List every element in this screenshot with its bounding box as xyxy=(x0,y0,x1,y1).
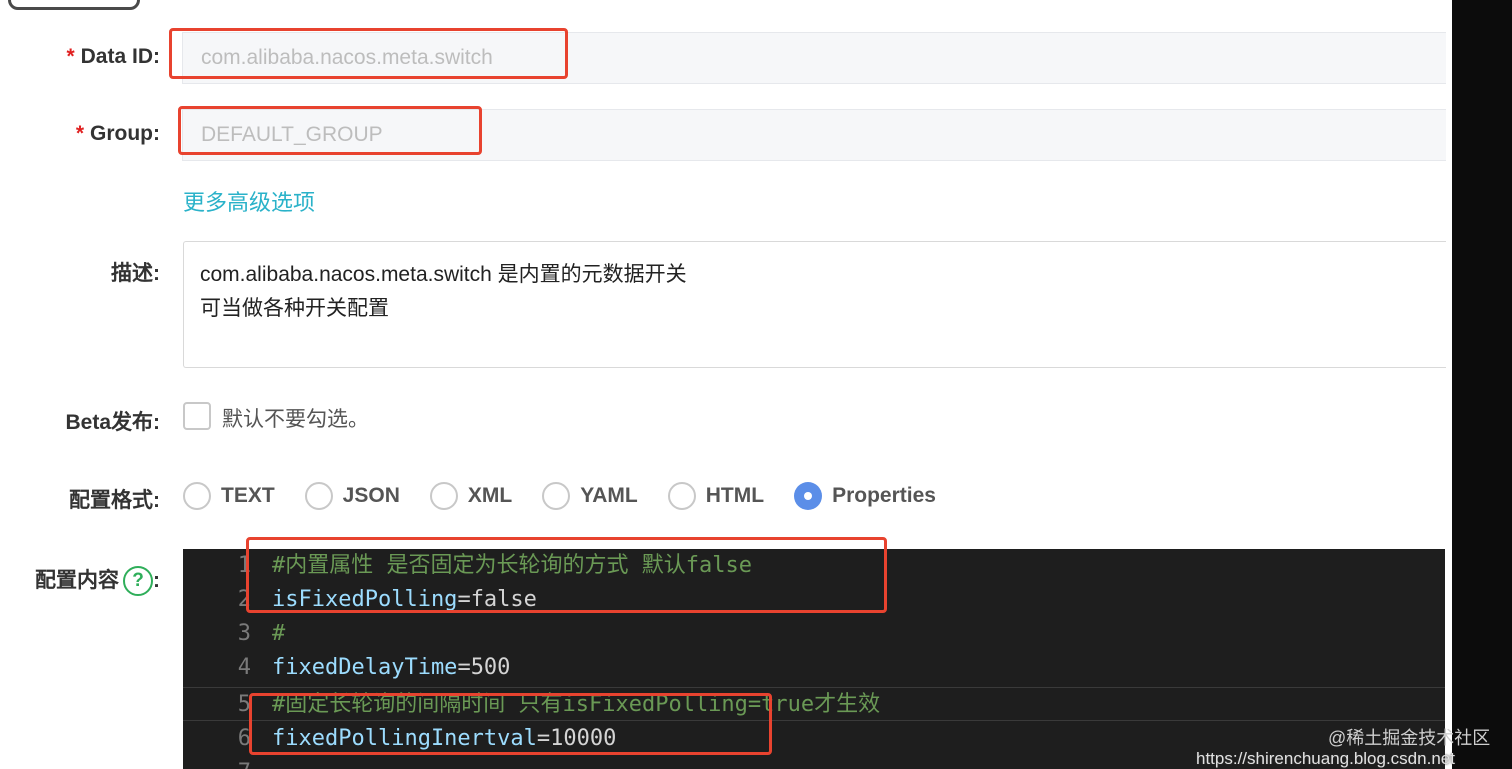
format-label: 配置格式: xyxy=(69,489,160,512)
code-key: fixedPollingInertval xyxy=(272,726,537,751)
code-key: fixedDelayTime xyxy=(272,655,458,680)
code-line: 1 #内置属性 是否固定为长轮询的方式 默认false xyxy=(183,549,1445,583)
content-label-colon: : xyxy=(153,569,160,592)
content-label-text: 配置内容 xyxy=(35,569,119,592)
format-radio-html[interactable]: HTML xyxy=(667,482,765,510)
required-marker: * xyxy=(66,45,75,68)
data-id-value: com.alibaba.nacos.meta.switch xyxy=(201,46,493,69)
group-value: DEFAULT_GROUP xyxy=(201,123,383,146)
watermark-juejin: @稀土掘金技术社区 xyxy=(1328,728,1491,748)
code-equals: = xyxy=(536,726,551,751)
code-text: fixedPollingInertval=10000 xyxy=(272,722,616,756)
beta-checkbox-text: 默认不要勾选。 xyxy=(222,408,369,431)
radio-circle xyxy=(542,482,571,510)
code-line: 3 # xyxy=(183,617,1445,651)
beta-label: Beta发布: xyxy=(65,411,160,434)
code-line: 4 fixedDelayTime=500 xyxy=(183,651,1445,685)
line-number: 2 xyxy=(237,587,251,612)
code-key: isFixedPolling xyxy=(272,587,458,612)
radio-circle-selected xyxy=(794,482,823,510)
code-value: 10000 xyxy=(550,726,617,751)
content-label: 配置内容?: xyxy=(35,564,160,597)
format-radio-text[interactable]: TEXT xyxy=(183,482,275,510)
line-number: 5 xyxy=(237,692,251,717)
help-icon[interactable]: ? xyxy=(123,566,153,597)
format-radio-yaml[interactable]: YAML xyxy=(542,482,638,510)
data-id-label-text: Data ID: xyxy=(80,45,160,68)
line-number: 1 xyxy=(237,553,251,578)
code-value: false xyxy=(470,587,537,612)
format-radio-xml[interactable]: XML xyxy=(429,482,513,510)
watermark-blog-url: https://shirenchuang.blog.csdn.net xyxy=(1196,749,1455,768)
line-number: 4 xyxy=(237,655,251,680)
beta-checkbox[interactable] xyxy=(183,402,211,430)
group-input[interactable]: DEFAULT_GROUP xyxy=(182,109,1446,161)
description-line-2: 可当做各种开关配置 xyxy=(200,297,389,320)
code-text: fixedDelayTime=500 xyxy=(272,651,510,685)
code-editor[interactable]: 1 #内置属性 是否固定为长轮询的方式 默认false 2 isFixedPolli… xyxy=(183,549,1445,769)
radio-circle xyxy=(429,482,458,510)
right-dark-bar xyxy=(1452,0,1512,769)
radio-circle xyxy=(183,482,211,510)
radio-label: XML xyxy=(467,484,513,507)
data-id-input[interactable]: com.alibaba.nacos.meta.switch xyxy=(182,32,1446,84)
code-line: 2 isFixedPolling=false xyxy=(183,583,1445,617)
radio-circle xyxy=(304,482,333,510)
radio-label: JSON xyxy=(342,484,400,507)
data-id-label: * Data ID: xyxy=(66,45,160,69)
line-number: 3 xyxy=(237,621,251,646)
radio-label: TEXT xyxy=(221,484,275,507)
radio-label: HTML xyxy=(705,484,765,507)
code-comment: #固定长轮询的间隔时间 只有isFixedPolling=true才生效 xyxy=(272,692,881,717)
description-line-1: com.alibaba.nacos.meta.switch 是内置的元数据开关 xyxy=(200,263,687,286)
code-line-active: 5 #固定长轮询的间隔时间 只有isFixedPolling=true才生效 xyxy=(183,687,1445,721)
line-number: 7 xyxy=(227,756,251,769)
format-radio-properties[interactable]: Properties xyxy=(794,482,936,510)
description-label: 描述: xyxy=(111,262,160,285)
required-marker: * xyxy=(75,122,85,145)
code-text: isFixedPolling=false xyxy=(272,583,537,617)
format-radio-group: TEXT JSON XML YAML HTML Properties xyxy=(183,479,966,513)
line-number: 6 xyxy=(237,726,251,751)
description-textarea[interactable]: com.alibaba.nacos.meta.switch 是内置的元数据开关 … xyxy=(183,241,1446,368)
group-label: * Group: xyxy=(76,122,160,146)
more-advanced-options-link[interactable]: 更多高级选项 xyxy=(183,185,315,217)
code-equals: = xyxy=(457,655,471,680)
code-equals: = xyxy=(457,587,471,612)
group-label-text: Group: xyxy=(90,122,160,145)
code-value: 500 xyxy=(470,655,511,680)
radio-label: YAML xyxy=(580,484,638,507)
code-comment: # xyxy=(272,621,286,646)
code-comment: #内置属性 是否固定为长轮询的方式 默认false xyxy=(272,553,752,578)
top-tab xyxy=(8,0,140,10)
radio-circle xyxy=(667,482,696,510)
radio-label: Properties xyxy=(832,484,936,507)
format-radio-json[interactable]: JSON xyxy=(304,482,400,510)
